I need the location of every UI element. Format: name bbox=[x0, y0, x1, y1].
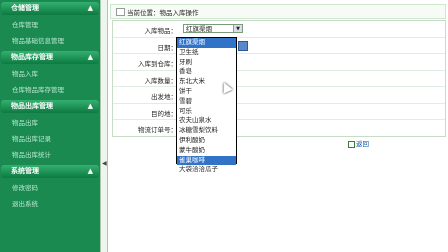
group-title: 物品库存管理 bbox=[11, 53, 53, 61]
sidebar-splitter[interactable]: ◀ bbox=[100, 0, 108, 252]
label-quantity: 入库数量： bbox=[144, 76, 178, 85]
group-header-outbound[interactable]: 物品出库管理 ▲ bbox=[1, 100, 99, 113]
sidebar-group-system: 系统管理 ▲ 修改密码 退出系统 bbox=[0, 165, 100, 212]
group-header-stock[interactable]: 物品库存管理 ▲ bbox=[1, 51, 99, 64]
label-warehouse: 入库到仓库： bbox=[138, 60, 177, 68]
sidebar-group-warehouse: 仓储管理 ▲ 仓库管理 物品基础信息管理 bbox=[0, 2, 100, 49]
chevron-down-icon[interactable]: ▼ bbox=[233, 25, 242, 32]
sidebar-item-item-info[interactable]: 物品基础信息管理 bbox=[0, 33, 100, 49]
form-row-item: 入库物品： 红旗渠烟 ▼ bbox=[113, 21, 445, 38]
label-destination: 目的地： bbox=[151, 109, 177, 118]
chevron-up-icon: ▲ bbox=[87, 167, 93, 175]
stock-in-form: 入库物品： 红旗渠烟 ▼ 日期： 入库到仓库： 入库数量： 出发地： 目的地： … bbox=[112, 20, 446, 137]
location-icon bbox=[116, 8, 125, 16]
return-label: 返回 bbox=[356, 140, 369, 148]
sidebar-item-outbound-records[interactable]: 物品出库记录 bbox=[0, 131, 100, 147]
label-origin: 出发地： bbox=[151, 93, 177, 101]
dropdown-option[interactable]: 香皂 bbox=[177, 67, 236, 77]
form-row-origin: 出发地： bbox=[113, 87, 445, 104]
form-row-order: 物流订单号： bbox=[113, 120, 445, 136]
sidebar-group-stock: 物品库存管理 ▲ 物品入库 仓库物品库存管理 bbox=[0, 51, 100, 98]
group-title: 系统管理 bbox=[11, 167, 39, 175]
dropdown-option[interactable]: 雀巢咖啡 bbox=[177, 155, 236, 166]
dropdown-option[interactable]: 冰糖雪梨饮料 bbox=[177, 126, 236, 136]
item-select-box[interactable]: 红旗渠烟 ▼ bbox=[183, 24, 243, 33]
form-row-date: 日期： bbox=[113, 38, 445, 54]
group-header-system[interactable]: 系统管理 ▲ bbox=[1, 165, 99, 178]
form-row-quantity: 入库数量： bbox=[113, 71, 445, 87]
dropdown-option[interactable]: 蒙牛酸奶 bbox=[177, 146, 236, 156]
return-icon bbox=[348, 140, 355, 148]
sidebar-item-change-password[interactable]: 修改密码 bbox=[0, 180, 100, 196]
chevron-up-icon: ▲ bbox=[87, 102, 93, 110]
dropdown-option[interactable]: 农夫山泉水 bbox=[177, 116, 236, 126]
sidebar-item-stock-in[interactable]: 物品入库 bbox=[0, 66, 100, 82]
chevron-up-icon: ▲ bbox=[87, 4, 93, 12]
group-header-warehouse[interactable]: 仓储管理 ▲ bbox=[1, 2, 99, 15]
group-title: 仓储管理 bbox=[11, 4, 39, 12]
dropdown-option[interactable]: 红旗渠烟 bbox=[177, 38, 236, 48]
sidebar-item-outbound[interactable]: 物品出库 bbox=[0, 115, 100, 131]
collapse-arrow-icon[interactable]: ◀ bbox=[102, 160, 107, 167]
main-content: 当前位置：物品入库操作 入库物品： 红旗渠烟 ▼ 日期： 入库到仓库： 入库数量… bbox=[108, 0, 448, 252]
group-title: 物品出库管理 bbox=[11, 102, 53, 110]
form-row-warehouse: 入库到仓库： bbox=[113, 54, 445, 71]
calendar-icon[interactable] bbox=[238, 40, 248, 51]
dropdown-option[interactable]: 雪碧 bbox=[177, 97, 236, 107]
return-link[interactable]: 返回 bbox=[348, 138, 369, 148]
sidebar-item-stock-manage[interactable]: 仓库物品库存管理 bbox=[0, 82, 100, 98]
item-select[interactable]: 红旗渠烟 ▼ bbox=[183, 24, 243, 33]
sidebar-item-logout[interactable]: 退出系统 bbox=[0, 196, 100, 212]
label-order-number: 物流订单号： bbox=[138, 126, 177, 134]
dropdown-option[interactable]: 牙刷 bbox=[177, 58, 236, 68]
dropdown-option[interactable]: 卫生纸 bbox=[177, 48, 236, 58]
sidebar: 仓储管理 ▲ 仓库管理 物品基础信息管理 物品库存管理 ▲ 物品入库 仓库物品库… bbox=[0, 0, 100, 252]
dropdown-option[interactable]: 大袋洽洽瓜子 bbox=[177, 165, 236, 175]
item-dropdown-list: 红旗渠烟 卫生纸 牙刷 香皂 东北大米 饼干 雪碧 可乐 农夫山泉水 冰糖雪梨饮… bbox=[176, 37, 237, 173]
dropdown-option[interactable]: 伊利酸奶 bbox=[177, 136, 236, 146]
label-date: 日期： bbox=[157, 43, 178, 52]
label-item: 入库物品： bbox=[144, 27, 178, 35]
sidebar-item-outbound-stats[interactable]: 物品出库统计 bbox=[0, 147, 100, 163]
breadcrumb: 当前位置：物品入库操作 bbox=[127, 9, 199, 17]
sidebar-item-warehouse-manage[interactable]: 仓库管理 bbox=[0, 17, 100, 33]
item-select-value: 红旗渠烟 bbox=[186, 25, 212, 33]
sidebar-group-outbound: 物品出库管理 ▲ 物品出库 物品出库记录 物品出库统计 bbox=[0, 100, 100, 163]
breadcrumb-bar: 当前位置：物品入库操作 bbox=[110, 4, 446, 19]
form-row-destination: 目的地： bbox=[113, 104, 445, 120]
dropdown-option[interactable]: 可乐 bbox=[177, 107, 236, 117]
chevron-up-icon: ▲ bbox=[87, 53, 93, 61]
